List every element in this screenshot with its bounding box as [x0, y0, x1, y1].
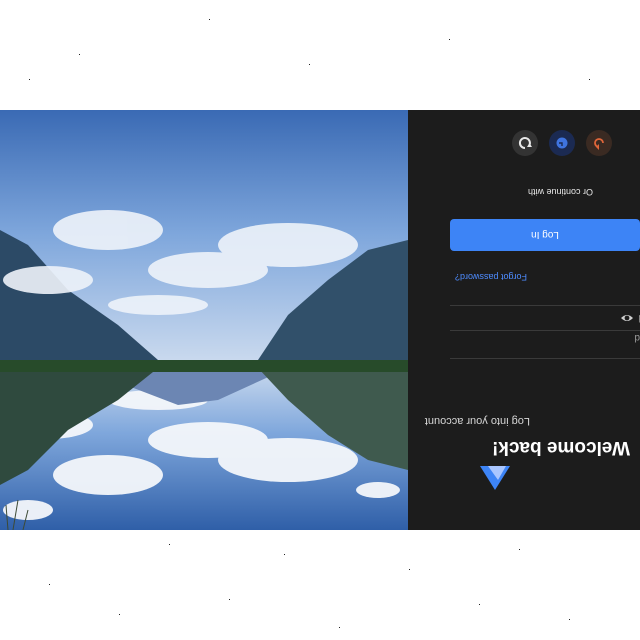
social-login-button[interactable]	[512, 130, 538, 156]
password-field[interactable]: word	[450, 305, 640, 331]
page-subtitle: Log into your account	[424, 415, 530, 427]
logo-icon	[480, 466, 510, 490]
eye-icon[interactable]	[620, 311, 634, 325]
social-login-button[interactable]	[586, 130, 612, 156]
login-card: Welcome back! Log into your account d wo…	[408, 110, 640, 530]
mountain-lake-photo	[0, 110, 408, 530]
login-button[interactable]: Log In	[450, 219, 640, 251]
email-field[interactable]	[450, 358, 640, 384]
social-login-button[interactable]	[549, 130, 575, 156]
screenshot-canvas: Welcome back! Log into your account d wo…	[0, 0, 640, 640]
forgot-password-link[interactable]: Forgot password?	[455, 272, 527, 282]
circle-arrow-icon	[518, 137, 532, 150]
refresh-icon	[594, 138, 604, 150]
clock-icon	[556, 137, 568, 149]
page-title: Welcome back!	[492, 437, 630, 458]
divider-text: Or continue with	[527, 187, 593, 197]
password-label: d	[634, 332, 640, 343]
